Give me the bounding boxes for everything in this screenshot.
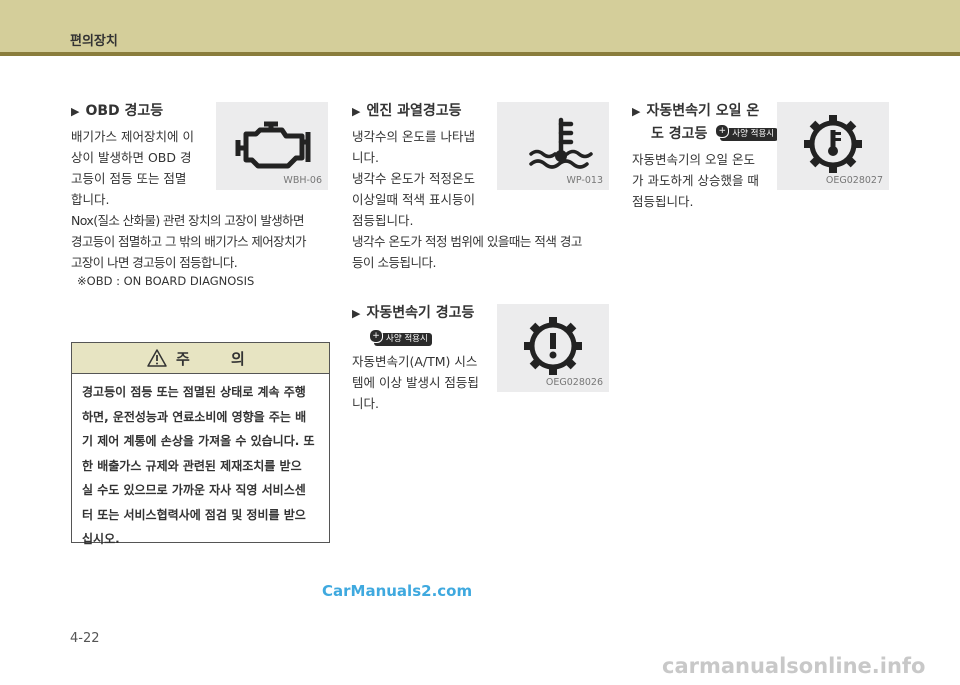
caution-line: 하면, 운전성능과 연료소비에 영향을 주는 배 xyxy=(82,409,307,424)
caution-line: 터 또는 서비스협력사에 점검 및 정비를 받으 xyxy=(82,507,306,522)
option-badge: + 사양 적용시 xyxy=(715,123,779,141)
plus-icon: + xyxy=(715,123,730,138)
obd-title-bold: OBD xyxy=(85,103,120,119)
caution-line: 실 수도 있으므로 가까운 자사 직영 서비스센 xyxy=(82,483,306,497)
obd-warning-icon-panel: WBH-06 xyxy=(216,102,328,190)
triangle-bullet-icon: ▶ xyxy=(352,105,361,118)
trans-warning-badge-wrap: + 사양 적용시 xyxy=(369,329,432,348)
trans-oil-title-line1: 자동변속기 오일 온 xyxy=(646,103,760,119)
engine-temp-description-wide: 냉각수 온도가 적정 범위에 있을때는 적색 경고 등이 소등됩니다. xyxy=(352,231,610,273)
option-badge: + 사양 적용시 xyxy=(369,329,432,346)
engine-temp-line: 냉각수 온도가 적정온도 xyxy=(352,171,475,186)
engine-temp-section-title: ▶ 엔진 과열경고등 xyxy=(352,101,462,122)
engine-temp-line: 등이 소등됩니다. xyxy=(352,255,436,270)
option-badge-label: 사양 적용시 xyxy=(386,334,428,344)
trans-warning-section-title: ▶ 자동변속기 경고등 xyxy=(352,303,474,324)
obd-note: ※OBD : ON BOARD DIAGNOSIS xyxy=(77,274,255,288)
obd-icon-code: WBH-06 xyxy=(283,175,322,186)
obd-line: 경고등이 점멸하고 그 밖의 배기가스 제어장치가 xyxy=(71,234,306,249)
engine-temp-line: 이상일때 적색 표시등이 xyxy=(352,192,475,207)
triangle-bullet-icon: ▶ xyxy=(71,105,80,118)
obd-title-rest: 경고등 xyxy=(119,103,164,119)
caution-line: 십시오. xyxy=(82,532,120,546)
engine-temp-description: 냉각수의 온도를 나타냅 니다. 냉각수 온도가 적정온도 이상일때 적색 표시… xyxy=(352,126,488,231)
engine-temp-title: 엔진 과열경고등 xyxy=(366,103,462,119)
warning-triangle-icon xyxy=(147,349,167,367)
obd-description-wide: Nox(질소 산화물) 관련 장치의 고장이 발생하면 경고등이 점멸하고 그 … xyxy=(71,210,329,273)
caution-header: 주 의 xyxy=(72,343,329,374)
watermark-link[interactable]: CarManuals2.com xyxy=(322,582,472,600)
engine-temp-line: 점등됩니다. xyxy=(352,213,414,228)
site-watermark: carmanualsonline.info xyxy=(662,654,926,678)
plus-icon: + xyxy=(369,329,383,343)
obd-line: Nox(질소 산화물) 관련 장치의 고장이 발생하면 xyxy=(71,213,305,228)
engine-temp-line: 냉각수 온도가 적정 범위에 있을때는 적색 경고 xyxy=(352,234,582,249)
trans-oil-title-line2: 도 경고등 xyxy=(651,126,708,142)
header-bar xyxy=(0,0,960,52)
obd-section-title: ▶ OBD 경고등 xyxy=(71,101,163,122)
page-number: 4-22 xyxy=(70,631,100,646)
obd-line: 합니다. xyxy=(71,192,110,207)
engine-temp-line: 냉각수의 온도를 나타냅 xyxy=(352,129,475,144)
page-header-title: 편의장치 xyxy=(70,34,118,49)
engine-temp-icon-code: WP-013 xyxy=(566,175,603,186)
engine-temp-icon-panel: WP-013 xyxy=(497,102,609,190)
obd-line: 상이 발생하면 OBD 경 xyxy=(71,150,192,165)
obd-line: 배기가스 제어장치에 이 xyxy=(71,129,194,144)
trans-oil-line: 점등됩니다. xyxy=(632,194,694,209)
trans-warning-line: 자동변속기(A/TM) 시스 xyxy=(352,354,478,369)
caution-line: 한 배출가스 규제와 관련된 제재조치를 받으 xyxy=(82,458,302,473)
trans-oil-line: 자동변속기의 오일 온도 xyxy=(632,152,755,167)
obd-line: 고장이 나면 경고등이 점등합니다. xyxy=(71,255,238,270)
trans-warning-icon-code: OEG028026 xyxy=(545,377,603,388)
trans-warning-title: 자동변속기 경고등 xyxy=(366,305,475,321)
trans-oil-icon-panel: OEG028027 xyxy=(777,102,889,190)
option-badge-label: 사양 적용시 xyxy=(732,128,775,139)
engine-temp-line: 니다. xyxy=(352,150,379,165)
caution-box: 주 의 경고등이 점등 또는 점멸된 상태로 계속 주행 하면, 운전성능과 연… xyxy=(71,342,330,546)
trans-warning-line: 템에 이상 발생시 점등됩 xyxy=(352,375,479,390)
caution-line: 경고등이 점등 또는 점멸된 상태로 계속 주행 xyxy=(82,385,306,399)
header-divider xyxy=(0,52,960,56)
trans-warning-line: 니다. xyxy=(352,396,379,411)
trans-oil-icon-code: OEG028027 xyxy=(825,175,883,186)
trans-oil-line: 가 과도하게 상승했을 때 xyxy=(632,173,759,188)
triangle-bullet-icon: ▶ xyxy=(632,105,641,118)
trans-warning-icon-panel: OEG028026 xyxy=(497,304,609,392)
trans-warning-description: 자동변속기(A/TM) 시스 템에 이상 발생시 점등됩 니다. xyxy=(352,351,488,414)
obd-line: 고등이 점등 또는 점멸 xyxy=(71,171,187,186)
caution-text: 경고등이 점등 또는 점멸된 상태로 계속 주행 하면, 운전성능과 연료소비에… xyxy=(82,380,320,552)
obd-description: 배기가스 제어장치에 이 상이 발생하면 OBD 경 고등이 점등 또는 점멸 … xyxy=(71,126,207,210)
caution-label: 주 의 xyxy=(176,350,263,368)
trans-oil-section-title-cont: 도 경고등 + 사양 적용시 xyxy=(651,123,779,144)
caution-line: 기 제어 계통에 손상을 가져올 수 있습니다. 또 xyxy=(82,434,315,448)
triangle-bullet-icon: ▶ xyxy=(352,307,361,320)
trans-oil-description: 자동변속기의 오일 온도 가 과도하게 상승했을 때 점등됩니다. xyxy=(632,149,768,212)
trans-oil-section-title: ▶ 자동변속기 오일 온 xyxy=(632,101,759,122)
